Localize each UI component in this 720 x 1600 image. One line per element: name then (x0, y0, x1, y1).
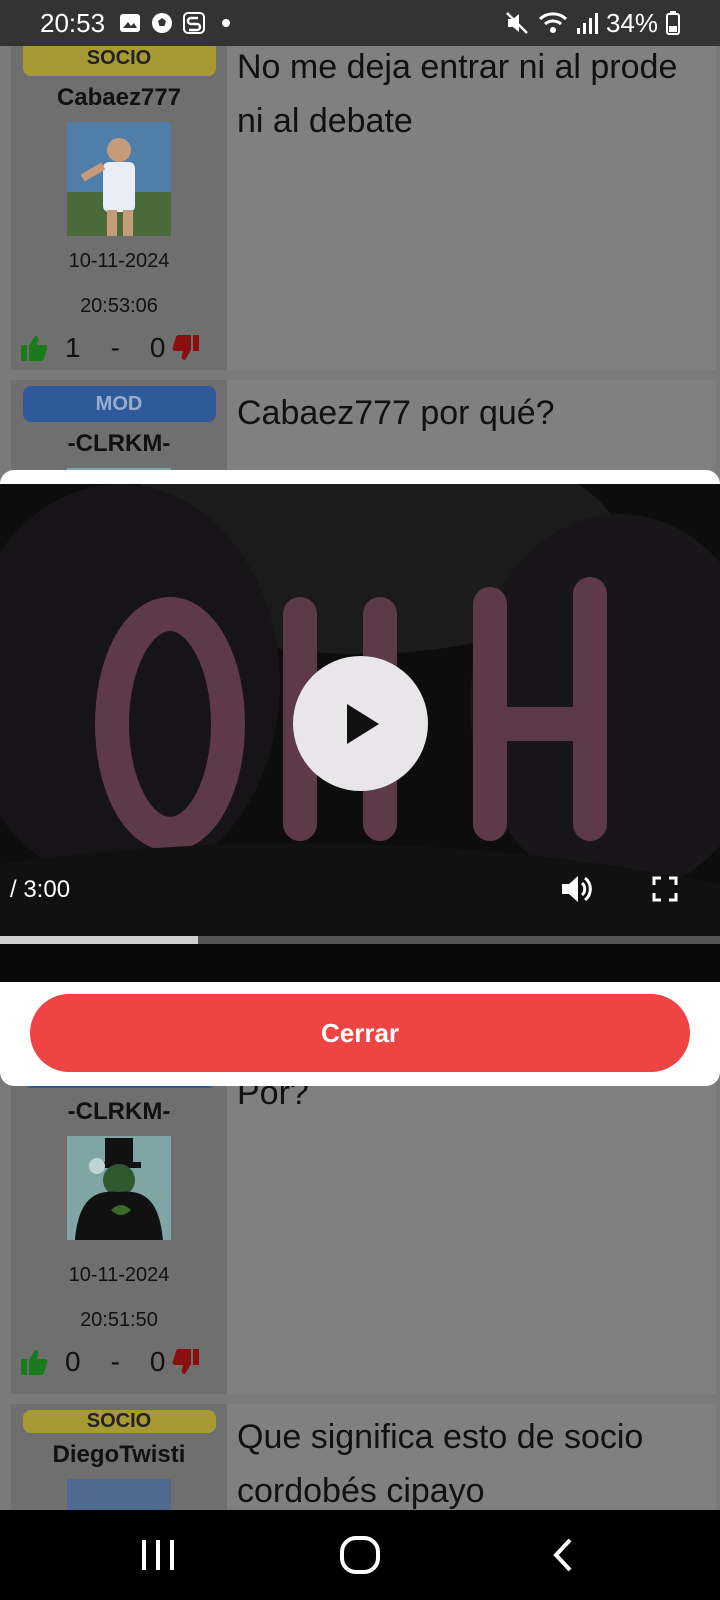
recent-apps-icon[interactable] (135, 1532, 181, 1578)
video-progress-bar[interactable] (0, 936, 720, 944)
post-4: SOCIO DiegoTwisti Que significa esto de … (11, 1404, 716, 1524)
gallery-icon (120, 14, 141, 32)
post-date: 10-11-2024 (68, 1264, 170, 1286)
vote-bar: 1 - 0 (19, 332, 219, 364)
volume-icon[interactable] (559, 872, 593, 906)
post-author-panel: SOCIO Cabaez777 10-11-2024 20:53:06 1 - … (11, 34, 227, 370)
battery-percent: 34% (605, 7, 658, 38)
home-icon[interactable] (337, 1532, 383, 1578)
avatar[interactable] (67, 122, 171, 236)
fullscreen-icon[interactable] (652, 876, 678, 902)
likes-count: 0 (65, 1346, 81, 1377)
mute-icon (506, 12, 528, 34)
video-modal: / 3:00 Cerrar (0, 470, 720, 1086)
post-text: Que significa esto de socio cordobés cip… (237, 1418, 644, 1510)
play-icon (346, 703, 379, 744)
likes-count: 1 (65, 332, 81, 363)
play-button[interactable] (293, 656, 428, 791)
status-time: 20:53 (40, 7, 106, 38)
post-text: No me deja entrar ni al prode ni al deba… (237, 48, 678, 140)
post-1: SOCIO Cabaez777 10-11-2024 20:53:06 1 - … (11, 34, 716, 370)
thumbs-up-icon[interactable] (19, 1347, 49, 1377)
vote-bar: 0 - 0 (19, 1346, 219, 1378)
video-player[interactable]: / 3:00 (0, 484, 720, 982)
avatar[interactable] (67, 1136, 171, 1250)
video-progress-fill (0, 936, 198, 944)
username[interactable]: Cabaez777 (57, 84, 181, 112)
thumbs-down-icon[interactable] (171, 333, 201, 363)
dislikes-count: 0 (149, 332, 166, 363)
video-time: / 3:00 (10, 876, 71, 903)
username[interactable]: -CLRKM- (68, 430, 171, 458)
post-time: 20:51:50 (80, 1309, 158, 1331)
app-s-icon (183, 12, 206, 34)
post-author-panel: SOCIO DiegoTwisti (11, 1404, 227, 1524)
post-time: 20:53:06 (80, 295, 158, 317)
dislikes-count: 0 (149, 1346, 166, 1377)
thumbs-up-icon[interactable] (19, 333, 49, 363)
post-3: MOD -CLRKM- 10-11-2024 20:51:50 0 - 0 Po… (11, 1060, 716, 1394)
post-author-panel: MOD -CLRKM- 10-11-2024 20:51:50 0 - 0 (11, 1060, 227, 1394)
navigation-bar (0, 1510, 720, 1600)
vote-separator: - (110, 332, 120, 363)
close-button[interactable]: Cerrar (30, 994, 690, 1072)
battery-icon (666, 11, 680, 35)
username[interactable]: DiegoTwisti (53, 1441, 186, 1469)
status-bar: 20:53 34% (0, 0, 720, 46)
screen: 20:53 34% SOCIO Cabaez777 10-11-2024 20:… (0, 0, 720, 1600)
signal-icon (576, 13, 598, 34)
username[interactable]: -CLRKM- (68, 1098, 171, 1126)
notification-dot-icon (222, 19, 231, 27)
post-date: 10-11-2024 (68, 250, 170, 272)
role-badge: SOCIO (22, 1410, 216, 1433)
vote-separator: - (110, 1346, 120, 1377)
post-text: Por? (237, 1074, 309, 1112)
status-right: 34% (504, 8, 680, 39)
role-badge: MOD (22, 386, 216, 422)
back-icon[interactable] (540, 1532, 586, 1578)
soccer-ball-icon (152, 13, 173, 33)
thumbs-down-icon[interactable] (171, 1347, 201, 1377)
wifi-icon (538, 12, 567, 33)
